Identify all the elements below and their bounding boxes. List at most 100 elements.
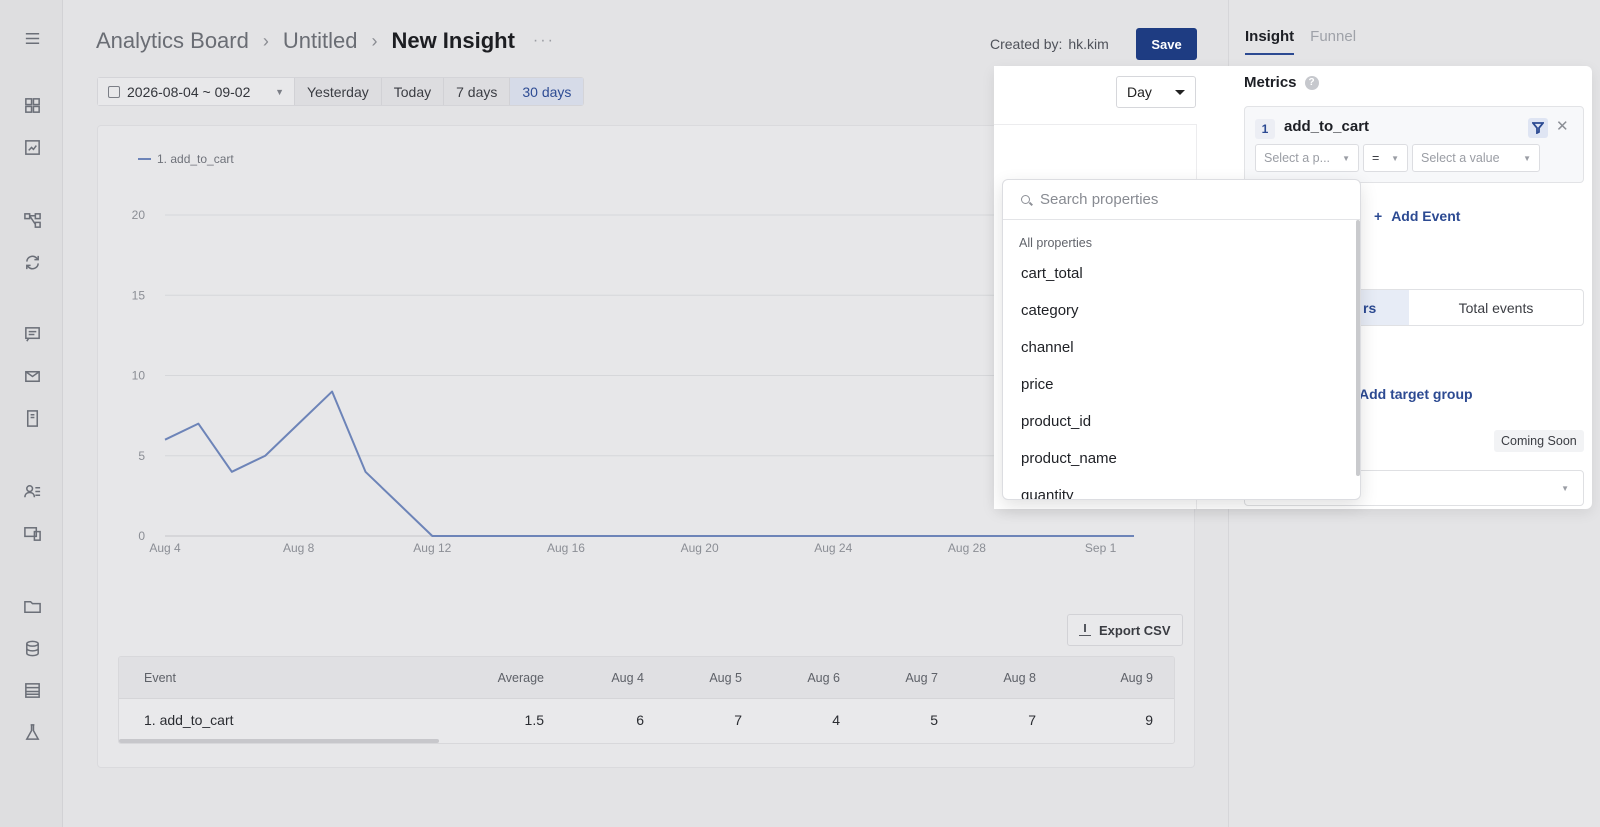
section-label: All properties: [1019, 236, 1092, 250]
date-range-bar: 2026-08-04 ~ 09-02 ▼ Yesterday Today 7 d…: [97, 77, 585, 106]
caret-down-icon: ▼: [1391, 153, 1399, 163]
x-tick-label: Aug 4: [149, 541, 181, 555]
caret-down-icon: [1175, 89, 1185, 95]
close-icon[interactable]: ✕: [1556, 117, 1569, 135]
granularity-select[interactable]: Day: [1116, 76, 1196, 108]
metric-event-card: 1 add_to_cart ✕ Select a p... ▼ = ▼ Select…: [1244, 106, 1584, 183]
column-header[interactable]: Aug 7: [843, 657, 938, 699]
property-item[interactable]: cart_total: [1021, 265, 1083, 282]
menu-icon[interactable]: [21, 27, 43, 49]
folder-icon[interactable]: [21, 595, 43, 617]
y-tick-label: 10: [132, 369, 146, 383]
created-by-user: hk.kim: [1068, 36, 1109, 52]
add-event-button[interactable]: + Add Event: [1374, 208, 1460, 224]
search-input[interactable]: Search properties: [1040, 191, 1158, 208]
column-header[interactable]: Event: [144, 657, 344, 699]
series-line: [164, 390, 1134, 537]
tab-insight[interactable]: Insight: [1245, 28, 1295, 55]
caret-down-icon: ▼: [275, 86, 284, 97]
page-title: New Insight: [391, 28, 515, 53]
caret-down-icon: ▼: [1561, 484, 1569, 493]
column-header[interactable]: Aug 9: [1039, 657, 1153, 699]
divider: [994, 124, 1196, 125]
horizontal-scrollbar[interactable]: [119, 739, 439, 743]
x-tick-label: Aug 20: [681, 541, 719, 555]
chat-icon[interactable]: [21, 323, 43, 345]
table-cell: 7: [1028, 712, 1036, 728]
users-icon[interactable]: [21, 480, 43, 502]
value-select[interactable]: Select a value ▼: [1412, 144, 1540, 172]
add-target-group-button[interactable]: Add target group: [1359, 386, 1473, 402]
column-header[interactable]: Average: [449, 657, 544, 699]
event-name[interactable]: add_to_cart: [1284, 118, 1369, 135]
metrics-label: Metrics: [1244, 74, 1297, 91]
coming-soon-badge: Coming Soon: [1494, 430, 1584, 452]
lab-icon[interactable]: [21, 721, 43, 743]
mail-icon[interactable]: [21, 365, 43, 387]
table-cell: 5: [930, 712, 938, 728]
property-search[interactable]: Search properties: [1003, 180, 1360, 220]
chevron-right-icon: ›: [371, 30, 378, 51]
property-item[interactable]: product_id: [1021, 413, 1091, 430]
breadcrumb-file[interactable]: Untitled: [283, 28, 358, 54]
quick-30-days[interactable]: 30 days: [510, 78, 584, 105]
dropdown-scrollbar[interactable]: [1356, 220, 1360, 476]
y-tick-label: 20: [132, 208, 146, 222]
x-tick-label: Aug 12: [413, 541, 451, 555]
save-button[interactable]: Save: [1136, 28, 1197, 60]
table-cell: 1.5: [524, 712, 544, 728]
report-icon[interactable]: [21, 136, 43, 158]
granularity-value: Day: [1127, 84, 1152, 100]
table-icon[interactable]: [21, 679, 43, 701]
more-icon[interactable]: ···: [533, 32, 555, 50]
quick-7-days[interactable]: 7 days: [444, 78, 511, 105]
breadcrumb-board[interactable]: Analytics Board: [96, 28, 249, 54]
caret-down-icon: ▼: [1523, 153, 1531, 163]
plus-icon: +: [1374, 208, 1383, 224]
caret-down-icon: ▼: [1342, 153, 1350, 163]
filter-icon[interactable]: [1528, 118, 1548, 138]
property-item[interactable]: product_name: [1021, 450, 1117, 467]
devices-icon[interactable]: [21, 522, 43, 544]
count-type-toggle: rs Total events: [1344, 289, 1584, 326]
segment-total-events[interactable]: Total events: [1409, 290, 1583, 325]
operator-select[interactable]: = ▼: [1363, 144, 1408, 172]
property-select[interactable]: Select a p... ▼: [1255, 144, 1359, 172]
tab-funnel[interactable]: Funnel: [1310, 28, 1356, 55]
column-header[interactable]: Aug 8: [941, 657, 1036, 699]
property-item[interactable]: price: [1021, 376, 1054, 393]
refresh-icon[interactable]: [21, 251, 43, 273]
x-tick-label: Aug 28: [948, 541, 986, 555]
date-range-picker[interactable]: 2026-08-04 ~ 09-02 ▼: [98, 78, 295, 105]
property-item[interactable]: category: [1021, 302, 1079, 319]
dashboard-icon[interactable]: [21, 94, 43, 116]
quick-yesterday[interactable]: Yesterday: [295, 78, 382, 105]
x-tick-label: Sep 1: [1085, 541, 1117, 555]
breadcrumb: Analytics Board › Untitled › New Insight…: [96, 28, 555, 54]
quick-today[interactable]: Today: [382, 78, 445, 105]
table-cell: 9: [1145, 712, 1153, 728]
export-csv-label: Export CSV: [1099, 622, 1171, 638]
column-header[interactable]: Aug 6: [745, 657, 840, 699]
metrics-title: Metrics ?: [1244, 74, 1319, 91]
event-index: 1: [1255, 119, 1275, 139]
table-row[interactable]: 1. add_to_cart 1.5 6 7 4 5 7 9: [119, 699, 1174, 741]
property-item[interactable]: quantity: [1021, 487, 1074, 499]
column-header[interactable]: Aug 5: [647, 657, 742, 699]
x-tick-label: Aug 16: [547, 541, 585, 555]
y-tick-label: 5: [138, 449, 145, 463]
x-tick-label: Aug 24: [814, 541, 852, 555]
value-select-placeholder: Select a value: [1421, 151, 1500, 165]
flow-icon[interactable]: [21, 209, 43, 231]
column-header[interactable]: Aug 4: [549, 657, 644, 699]
export-csv-button[interactable]: Export CSV: [1067, 614, 1183, 646]
mobile-icon[interactable]: [21, 407, 43, 429]
y-tick-label: 0: [138, 529, 145, 543]
chevron-right-icon: ›: [262, 30, 269, 51]
search-icon: [1021, 195, 1030, 204]
help-icon[interactable]: ?: [1304, 75, 1319, 90]
property-item[interactable]: channel: [1021, 339, 1074, 356]
property-dropdown: Search properties All properties cart_to…: [1002, 179, 1361, 500]
database-icon[interactable]: [21, 637, 43, 659]
x-tick-label: Aug 8: [283, 541, 315, 555]
